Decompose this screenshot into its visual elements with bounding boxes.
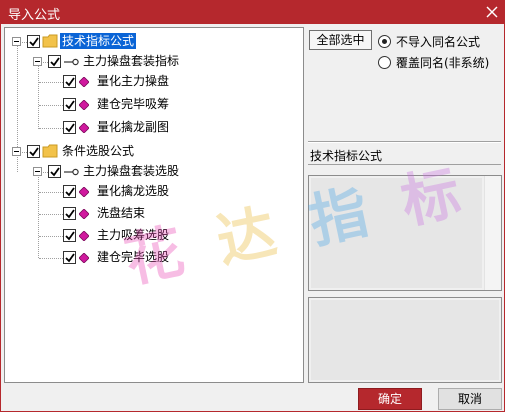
description-content (311, 178, 482, 288)
tree-leaf[interactable]: 量化主力操盘 (95, 73, 171, 89)
title-bar: 导入公式 (1, 1, 504, 24)
formula-icon (79, 209, 89, 219)
formula-icon (79, 77, 89, 87)
tree-leaf[interactable]: 建仓完毕选股 (95, 249, 171, 265)
tree-leaf[interactable]: 主力吸筹选股 (95, 227, 171, 243)
divider (308, 142, 501, 143)
tree-checkbox[interactable] (63, 185, 76, 198)
radio-overwrite-label: 覆盖同名(非系统) (396, 56, 490, 70)
check-icon (65, 123, 75, 133)
check-icon (65, 100, 75, 110)
formula-icon (79, 187, 89, 197)
tree-checkbox[interactable] (63, 98, 76, 111)
check-icon (65, 77, 75, 87)
formula-params-box[interactable] (308, 297, 502, 383)
formula-icon (79, 231, 89, 241)
tree-node-stock-selection[interactable]: 条件选股公式 (60, 143, 136, 159)
tree-checkbox[interactable] (63, 121, 76, 134)
tree-checkbox[interactable] (48, 55, 61, 68)
tree-checkbox[interactable] (48, 165, 61, 178)
check-icon (29, 37, 39, 47)
folder-icon (42, 34, 58, 48)
tree-checkbox[interactable] (63, 207, 76, 220)
window-title: 导入公式 (8, 8, 61, 23)
tree-checkbox[interactable] (63, 229, 76, 242)
description-title: 技术指标公式 (310, 149, 383, 163)
tree-node-main-force-selection-set[interactable]: 主力操盘套装选股 (81, 163, 181, 179)
formula-icon (79, 100, 89, 110)
formula-tree[interactable]: 技术指标公式 主力操盘套装指标 量化主力操盘 建仓完毕吸筹 量化擒龙副图 条件选… (4, 27, 304, 383)
check-icon (65, 209, 75, 219)
check-icon (65, 253, 75, 263)
check-icon (65, 231, 75, 241)
tree-checkbox[interactable] (63, 251, 76, 264)
folder-icon (42, 144, 58, 158)
tree-leaf[interactable]: 量化擒龙选股 (95, 183, 171, 199)
import-formula-dialog: 导入公式 技术指标公式 主力操盘套装指标 量化主力操盘 建仓完毕吸筹 量化擒龙副… (0, 0, 505, 412)
radio-dot[interactable] (378, 35, 391, 48)
params-content (311, 300, 499, 380)
close-button[interactable] (483, 3, 501, 21)
check-icon (29, 147, 39, 157)
formula-icon (79, 123, 89, 133)
tree-leaf[interactable]: 洗盘结束 (95, 205, 147, 221)
tree-expander[interactable] (12, 37, 21, 46)
tree-leaf[interactable]: 建仓完毕吸筹 (95, 96, 171, 112)
ok-button[interactable]: 确定 (358, 388, 422, 410)
tree-checkbox[interactable] (27, 35, 40, 48)
check-icon (50, 57, 60, 67)
check-icon (50, 167, 60, 177)
radio-dot[interactable] (378, 56, 391, 69)
tree-checkbox[interactable] (27, 145, 40, 158)
radio-overwrite-duplicates[interactable]: 覆盖同名(非系统) (378, 54, 489, 71)
key-icon (64, 58, 79, 66)
tree-expander[interactable] (33, 167, 42, 176)
tree-expander[interactable] (12, 147, 21, 156)
formula-description-box[interactable] (308, 175, 502, 291)
tree-checkbox[interactable] (63, 75, 76, 88)
formula-icon (79, 253, 89, 263)
cancel-button[interactable]: 取消 (438, 388, 502, 410)
radio-skip-duplicates[interactable]: 不导入同名公式 (378, 33, 480, 50)
tree-leaf[interactable]: 量化擒龙副图 (95, 119, 171, 135)
check-icon (65, 187, 75, 197)
tree-expander[interactable] (33, 57, 42, 66)
tree-node-technical-indicators[interactable]: 技术指标公式 (60, 33, 137, 49)
radio-skip-label: 不导入同名公式 (396, 35, 481, 49)
key-icon (64, 168, 79, 176)
close-icon (486, 6, 498, 18)
divider (308, 164, 501, 165)
description-scrollbar[interactable] (484, 176, 501, 290)
select-all-button[interactable]: 全部选中 (309, 30, 372, 50)
tree-node-main-force-indicator-set[interactable]: 主力操盘套装指标 (81, 53, 181, 69)
